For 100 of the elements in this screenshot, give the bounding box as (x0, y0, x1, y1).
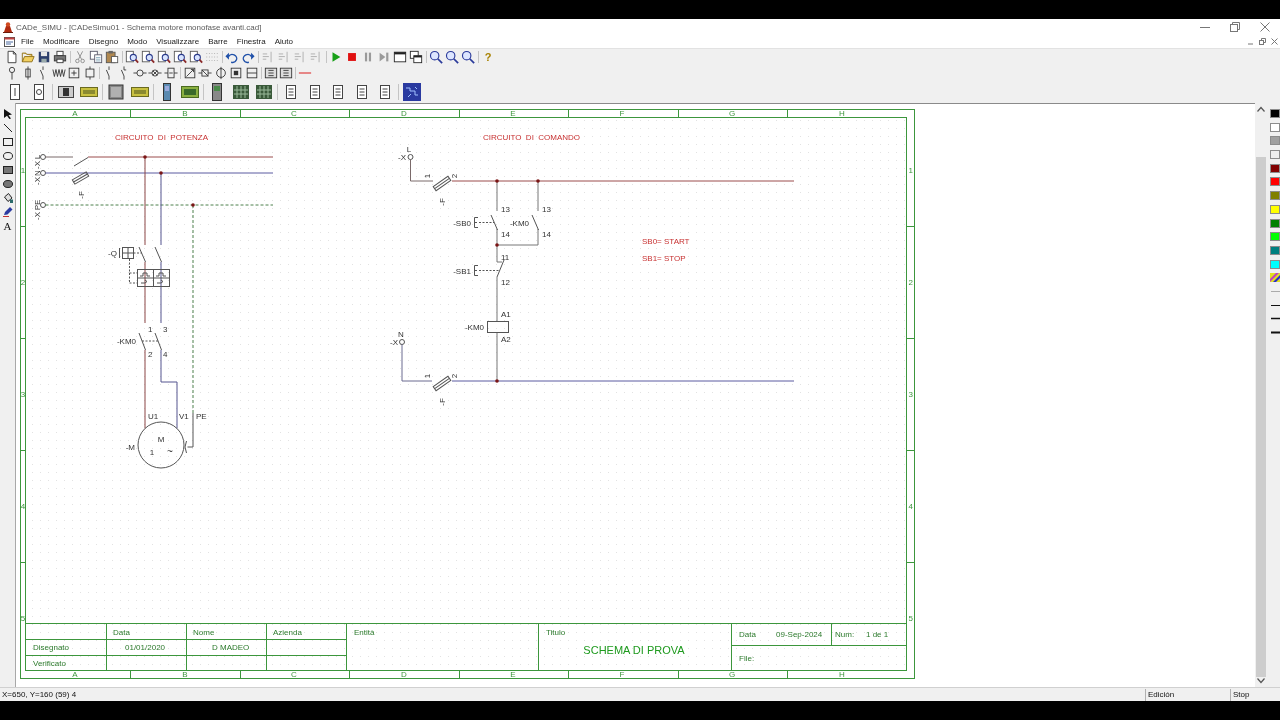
menu-item[interactable]: Aiuto (270, 35, 297, 48)
terminal-name: PE (32, 199, 42, 211)
filled-ellipse-icon[interactable] (2, 179, 13, 189)
color-swatch[interactable] (1270, 204, 1280, 214)
ellipse-tool-icon[interactable] (2, 151, 13, 161)
device-tag: -KM0 (509, 219, 529, 228)
mode-indicator: Edición (1145, 688, 1230, 701)
color-swatch[interactable] (1270, 245, 1280, 255)
row-label: 2 (908, 278, 914, 287)
menu-item[interactable]: Disegno (84, 35, 123, 48)
close-icon[interactable] (1271, 38, 1278, 45)
split-box-icon[interactable] (244, 66, 259, 80)
terminal-name: L (32, 154, 42, 160)
page-magnifier-icon[interactable] (125, 50, 139, 64)
menu-item[interactable]: File (17, 35, 38, 48)
color-swatch[interactable] (1270, 177, 1280, 187)
lines-box-icon[interactable] (279, 66, 293, 80)
zoom-icon[interactable] (445, 50, 459, 64)
window-icon[interactable] (393, 50, 407, 64)
pin-number: 2 (449, 373, 459, 379)
component-icon[interactable] (198, 66, 212, 80)
dot-grid-icon[interactable] (205, 50, 219, 64)
color-swatch[interactable] (1270, 259, 1280, 269)
split-circle-icon[interactable] (213, 66, 228, 80)
clipboard-icon[interactable] (105, 50, 119, 64)
square-in-box-icon[interactable] (229, 66, 243, 80)
color-swatch[interactable] (1270, 191, 1280, 201)
close-icon[interactable] (1260, 22, 1270, 32)
pin-number: 14 (501, 230, 510, 239)
pen-tool-icon[interactable] (2, 207, 13, 217)
grid-panel-icon[interactable] (255, 83, 273, 101)
field-label: Nome (193, 627, 215, 637)
document-icon[interactable] (4, 36, 15, 47)
windows-icon[interactable] (409, 50, 423, 64)
stop-icon[interactable] (345, 50, 359, 64)
printer-icon[interactable] (53, 50, 67, 64)
column-label: F (619, 670, 625, 680)
field-label: Num: (835, 630, 855, 639)
field-label: Data (739, 630, 756, 639)
arrow-box-icon[interactable] (182, 66, 197, 80)
board-module-icon[interactable] (181, 83, 199, 101)
menu-item[interactable]: Barre (204, 35, 232, 48)
redo-icon[interactable] (241, 50, 255, 64)
ring-icon[interactable] (132, 66, 147, 80)
module-icon[interactable] (107, 83, 125, 101)
column-label: E (510, 670, 516, 680)
copy-icon[interactable] (89, 50, 103, 64)
scroll-thumb[interactable] (1256, 157, 1266, 677)
filled-rectangle-icon[interactable] (2, 165, 13, 175)
undo-icon[interactable] (225, 50, 239, 64)
new-page-icon[interactable] (5, 50, 19, 64)
rectangle-tool-icon[interactable] (2, 137, 13, 147)
custom-color-icon[interactable] (1270, 273, 1280, 283)
lamp-icon[interactable] (148, 66, 162, 80)
field-label: Azienda (273, 627, 302, 637)
grid-panel-icon[interactable] (231, 83, 250, 101)
restore-icon[interactable] (1259, 38, 1266, 45)
drawing-title: SCHEMA DI PROVA (583, 644, 685, 656)
module-icon[interactable] (56, 83, 75, 101)
color-swatch[interactable] (1270, 109, 1280, 118)
window-title: CADe_SIMU - [CADeSimu01 - Schema motore monofase avanti.cad] (16, 22, 262, 32)
page-magnifier-icon[interactable] (189, 50, 203, 64)
color-swatch[interactable] (1270, 232, 1280, 242)
color-swatch[interactable] (1270, 218, 1280, 228)
row-label: 4 (908, 502, 914, 511)
page-magnifier-icon[interactable] (157, 50, 171, 64)
zoom-icon[interactable] (461, 50, 475, 64)
component-icon[interactable] (163, 66, 178, 80)
lines-box-icon[interactable] (263, 66, 278, 80)
color-swatch[interactable] (1270, 122, 1280, 132)
page-magnifier-icon[interactable] (173, 50, 187, 64)
arrow-pointer-icon[interactable] (2, 109, 13, 119)
page-magnifier-icon[interactable] (141, 50, 155, 64)
row-label: 1 (20, 166, 26, 175)
column-label: C (291, 670, 297, 680)
terminal-name: N (32, 170, 42, 176)
coil-icon[interactable] (82, 66, 97, 80)
menu-item[interactable]: Modo (123, 35, 152, 48)
field-label: Disegnato (33, 643, 70, 652)
note-text: SB1= STOP (642, 253, 686, 263)
menu-item[interactable]: Finestra (232, 35, 270, 48)
color-swatch[interactable] (1270, 163, 1280, 173)
zoom-icon[interactable] (429, 50, 443, 64)
color-swatch[interactable] (1270, 150, 1280, 160)
line-tool-icon[interactable] (2, 123, 13, 133)
restore-icon[interactable] (1230, 22, 1240, 32)
color-swatch[interactable] (1270, 136, 1280, 146)
zigzag-icon[interactable] (51, 66, 66, 80)
menu-item[interactable]: Visualizzare (152, 35, 204, 48)
terminal-tag: -X (32, 161, 42, 169)
menu-item[interactable]: Modificare (38, 35, 84, 48)
plus-box-icon[interactable] (67, 66, 81, 80)
circuit-tile-icon[interactable] (403, 83, 421, 101)
paint-bucket-icon[interactable] (2, 193, 13, 203)
scroll-up-icon[interactable] (1257, 106, 1265, 112)
column-label: G (728, 109, 736, 119)
text-tool-button[interactable]: A (3, 221, 12, 232)
column-label: A (72, 670, 78, 680)
scroll-down-icon[interactable] (1257, 678, 1265, 684)
vertical-scrollbar[interactable] (1255, 103, 1267, 687)
